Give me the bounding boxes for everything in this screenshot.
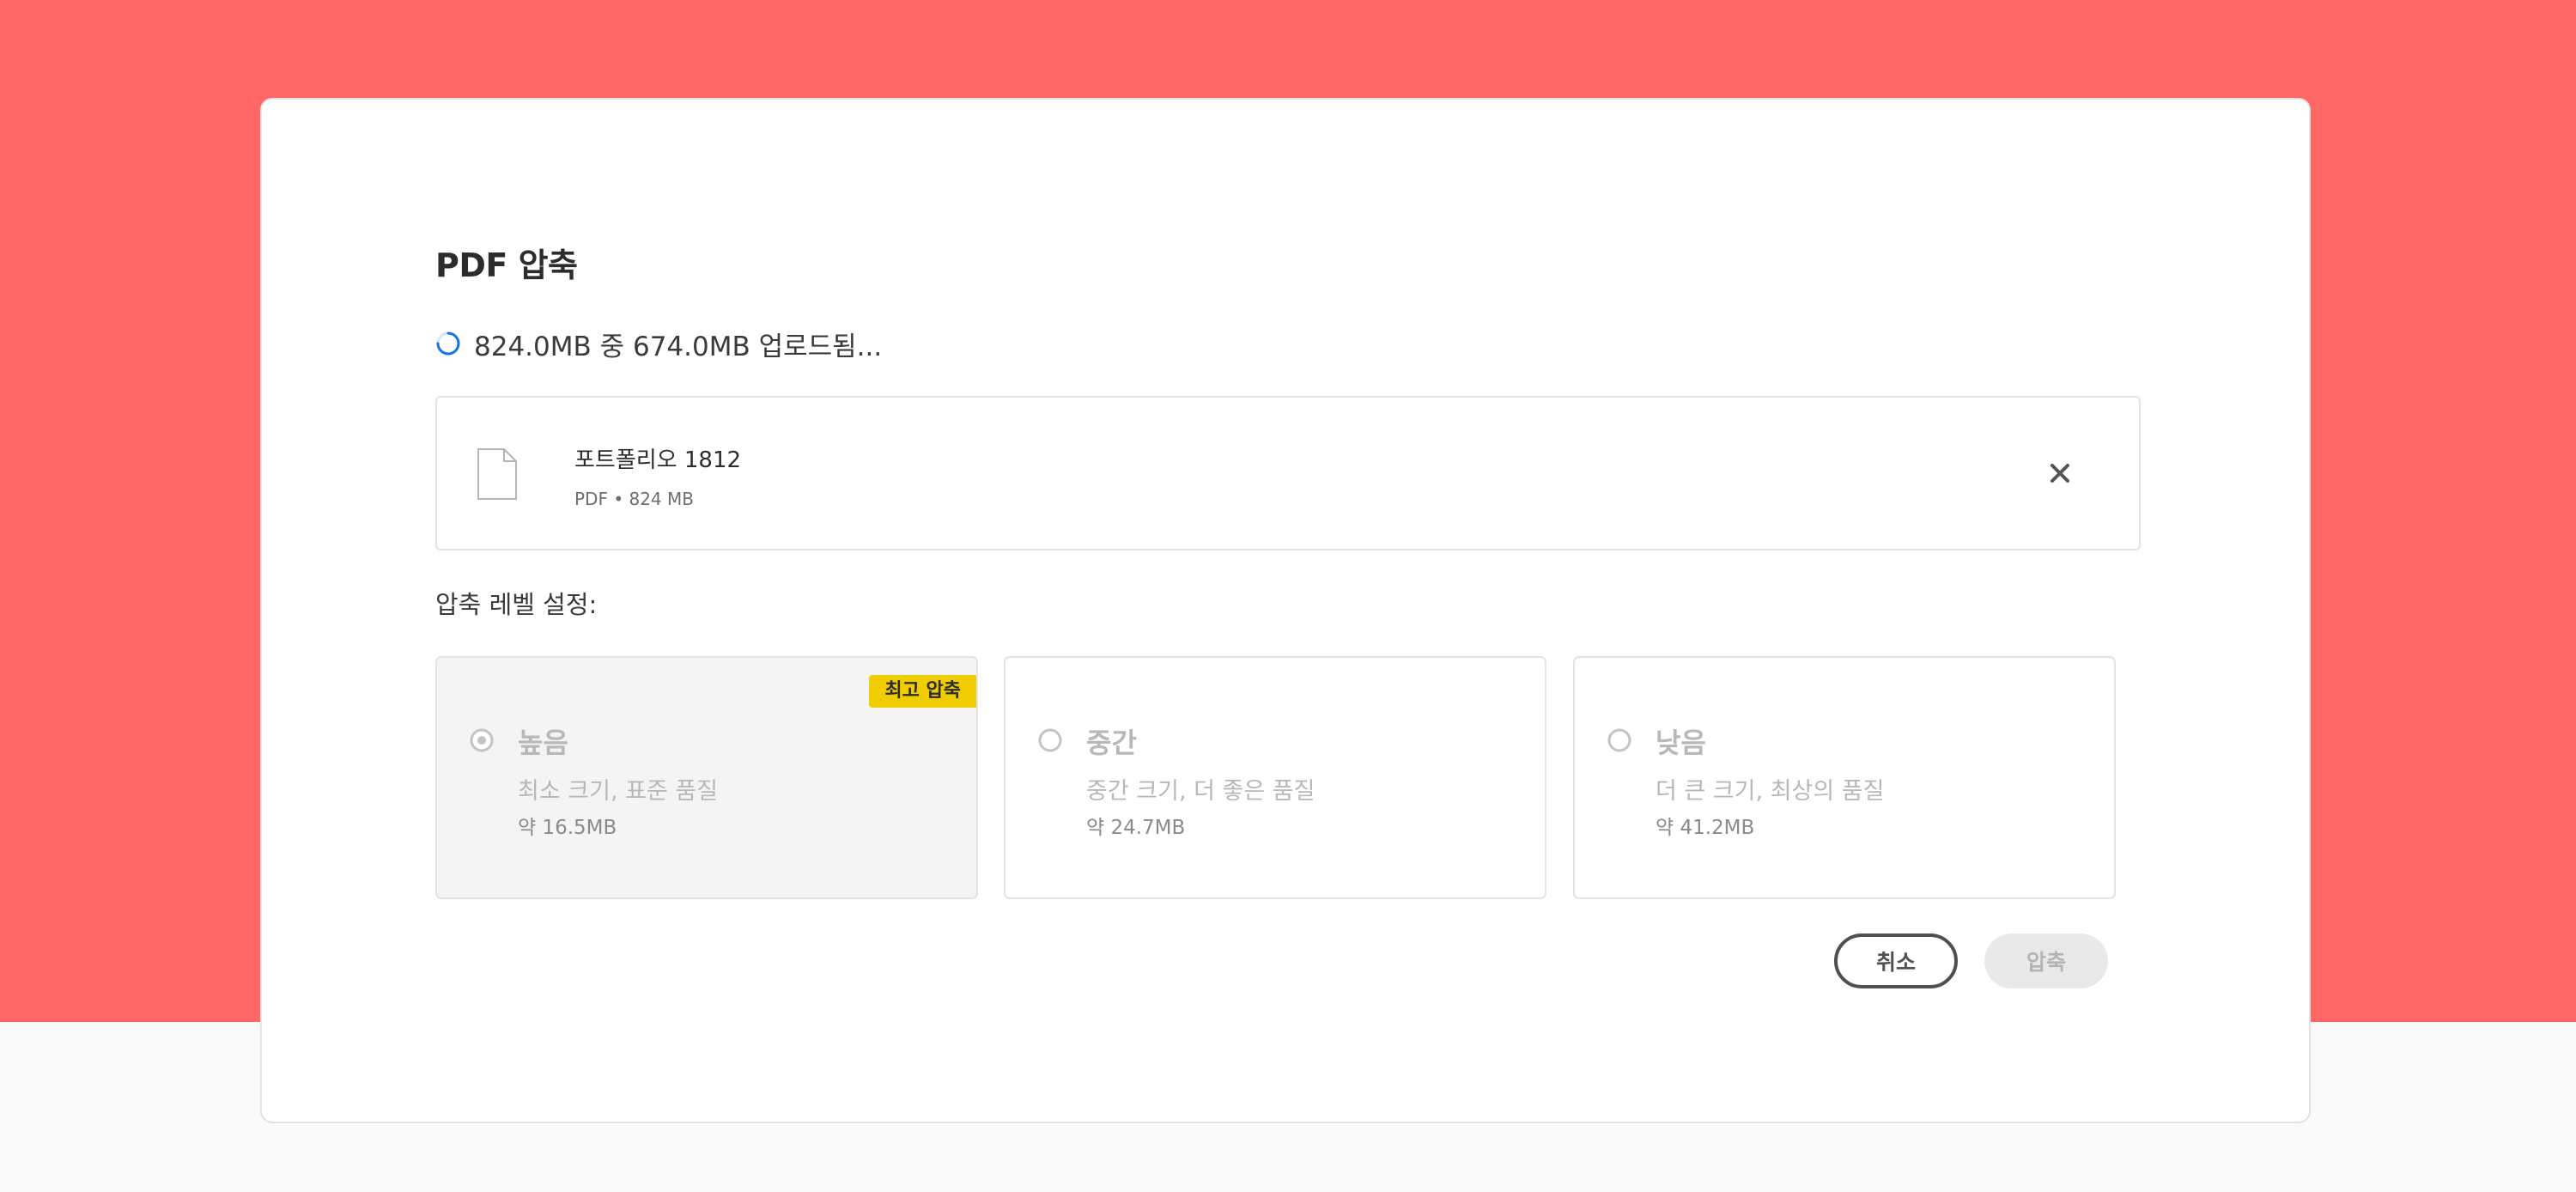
option-title: 중간 — [1086, 727, 1137, 759]
upload-status-text: 824.0MB 중 674.0MB 업로드됨... — [474, 331, 883, 362]
radio-icon[interactable] — [1038, 728, 1062, 752]
cancel-button[interactable]: 취소 — [1834, 934, 1958, 988]
remove-file-button[interactable] — [2038, 452, 2081, 495]
option-size: 약 24.7MB — [1086, 817, 1186, 839]
option-description: 최소 크기, 표준 품질 — [518, 778, 719, 805]
compress-button[interactable]: 압축 — [1984, 934, 2108, 988]
compression-option-medium[interactable]: 중간 중간 크기, 더 좋은 품질 약 24.7MB — [1004, 656, 1546, 899]
option-size: 약 41.2MB — [1656, 817, 1755, 839]
document-icon — [477, 448, 517, 500]
best-compression-badge: 최고 압축 — [869, 675, 976, 708]
option-description: 중간 크기, 더 좋은 품질 — [1086, 778, 1315, 805]
compress-dialog: PDF 압축 824.0MB 중 674.0MB 업로드됨... 포트폴리오 1… — [260, 98, 2311, 1123]
compression-option-high[interactable]: 최고 압축 높음 최소 크기, 표준 품질 약 16.5MB — [435, 656, 978, 899]
option-size: 약 16.5MB — [518, 817, 617, 839]
file-meta: PDF • 824 MB — [574, 489, 694, 509]
close-icon — [2050, 464, 2069, 483]
compression-level-label: 압축 레벨 설정: — [435, 590, 598, 619]
file-name: 포트폴리오 1812 — [574, 447, 742, 473]
option-title: 낮음 — [1656, 727, 1706, 759]
file-card: 포트폴리오 1812 PDF • 824 MB — [435, 396, 2141, 550]
option-description: 더 큰 크기, 최상의 품질 — [1656, 778, 1885, 805]
dialog-title: PDF 압축 — [435, 246, 578, 284]
loading-spinner-icon — [436, 331, 460, 356]
radio-icon[interactable] — [1607, 728, 1631, 752]
upload-status: 824.0MB 중 674.0MB 업로드됨... — [435, 326, 883, 362]
radio-selected-icon[interactable] — [470, 728, 494, 752]
compression-option-low[interactable]: 낮음 더 큰 크기, 최상의 품질 약 41.2MB — [1573, 656, 2116, 899]
option-title: 높음 — [518, 727, 568, 759]
